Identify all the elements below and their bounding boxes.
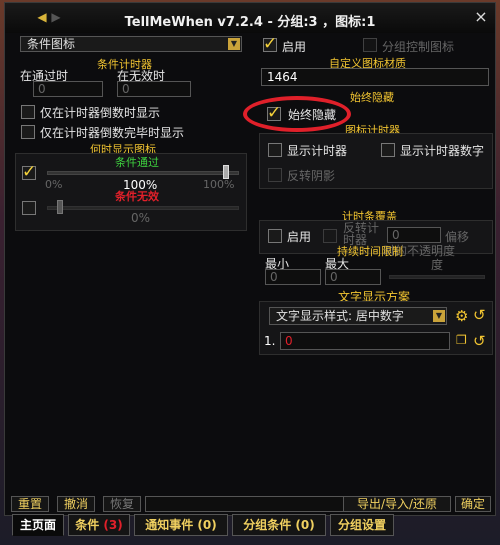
show-timer-number-label: 显示计时器数字 bbox=[400, 144, 485, 158]
text-style-dropdown[interactable]: 文字显示样式: 居中数字 ▼ bbox=[269, 307, 447, 325]
tab-notifications-label: 通知事件 (0) bbox=[145, 518, 217, 532]
cond-fail-slider[interactable] bbox=[47, 206, 239, 210]
after-countdown-checkbox[interactable] bbox=[21, 125, 35, 139]
on-invalid-value: 0 bbox=[122, 82, 130, 96]
tab-group-conditions[interactable]: 分组条件 (0) bbox=[232, 514, 326, 536]
reverse-shade-label: 反转阴影 bbox=[287, 169, 336, 183]
tab-conditions[interactable]: 条件 (3) bbox=[68, 514, 130, 536]
tab-main-label: 主页面 bbox=[19, 518, 56, 532]
tab-group-conditions-label: 分组条件 (0) bbox=[243, 518, 315, 532]
enable-label: 启用 bbox=[282, 40, 307, 54]
group-control-label: 分组控制图标 bbox=[382, 40, 455, 54]
icon-type-dropdown[interactable]: 条件图标 ▼ bbox=[20, 36, 242, 52]
min-value: 0 bbox=[270, 270, 278, 284]
cond-fail-label: 条件无效 bbox=[115, 190, 159, 203]
show-timer-label: 显示计时器 bbox=[287, 144, 348, 158]
text-style-value: 文字显示样式: 居中数字 bbox=[276, 309, 404, 323]
transparency-slider[interactable] bbox=[389, 275, 485, 279]
always-hide-header: 始终隐藏 bbox=[350, 91, 394, 104]
reset-arrow-icon[interactable]: ↺ bbox=[473, 306, 486, 324]
enable-checkbox[interactable] bbox=[263, 34, 277, 54]
tellmewhen-window: ◀ ▶ TellMeWhen v7.2.4 - 分组:3 ，图标:1 × 条件图… bbox=[4, 2, 496, 516]
tab-conditions-count: (3) bbox=[103, 518, 123, 532]
icon-type-value: 条件图标 bbox=[27, 37, 76, 51]
tab-notifications[interactable]: 通知事件 (0) bbox=[134, 514, 228, 536]
only-countdown-label: 仅在计时器倒数时显示 bbox=[40, 106, 161, 120]
text-line-value: 0 bbox=[285, 334, 293, 348]
reset-button[interactable]: 重置 bbox=[11, 496, 49, 512]
cond-pass-checkbox[interactable] bbox=[22, 162, 36, 182]
overlay-enable-checkbox[interactable] bbox=[268, 229, 282, 243]
cond-fail-checkbox[interactable] bbox=[22, 201, 36, 215]
redo-button[interactable]: 恢复 bbox=[103, 496, 141, 512]
overlay-enable-label: 启用 bbox=[287, 230, 312, 244]
group-control-checkbox[interactable] bbox=[363, 38, 377, 52]
text-line-input[interactable]: 0 bbox=[280, 332, 450, 350]
fail-value: 0% bbox=[131, 211, 151, 225]
offset-input[interactable]: 0 bbox=[387, 227, 441, 243]
reset-arrow-icon[interactable]: ↺ bbox=[473, 332, 486, 350]
texture-value: 1464 bbox=[267, 70, 298, 84]
line-number: 1. bbox=[264, 334, 276, 348]
cond-fail-slider-thumb[interactable] bbox=[57, 200, 63, 214]
show-timer-checkbox[interactable] bbox=[268, 143, 282, 157]
dropdown-arrow-icon[interactable]: ▼ bbox=[228, 38, 240, 50]
close-icon[interactable]: × bbox=[471, 7, 491, 27]
after-countdown-label: 仅在计时器倒数完毕时显示 bbox=[40, 126, 185, 140]
on-valid-value: 0 bbox=[38, 82, 46, 96]
offset-value: 0 bbox=[392, 228, 400, 242]
undo-button[interactable]: 撤消 bbox=[57, 496, 95, 512]
ok-button[interactable]: 确定 bbox=[455, 496, 491, 512]
on-invalid-input[interactable]: 0 bbox=[117, 81, 191, 97]
tab-conditions-label: 条件 bbox=[75, 518, 104, 532]
tab-main[interactable]: 主页面 bbox=[12, 514, 64, 536]
reverse-shade-checkbox[interactable] bbox=[268, 168, 282, 182]
window-title: TellMeWhen v7.2.4 - 分组:3 ，图标:1 bbox=[124, 15, 376, 30]
cond-pass-slider-thumb[interactable] bbox=[223, 165, 229, 179]
pass-min-label: 0% bbox=[45, 178, 63, 191]
show-timer-number-checkbox[interactable] bbox=[381, 143, 395, 157]
transparency-unit: 度 bbox=[431, 258, 444, 272]
always-hide-checkbox[interactable] bbox=[267, 103, 281, 123]
on-valid-input[interactable]: 0 bbox=[33, 81, 103, 97]
tab-bar: 主页面 条件 (3) 通知事件 (0) 分组条件 (0) 分组设置 bbox=[12, 514, 492, 538]
max-input[interactable]: 0 bbox=[325, 269, 381, 285]
max-value: 0 bbox=[330, 270, 338, 284]
always-hide-label: 始终隐藏 bbox=[288, 108, 337, 122]
texture-input[interactable]: 1464 bbox=[261, 68, 489, 86]
gear-icon[interactable]: ⚙ bbox=[455, 307, 468, 325]
cond-pass-label: 条件通过 bbox=[115, 156, 159, 169]
only-countdown-checkbox[interactable] bbox=[21, 105, 35, 119]
reverse-timer-checkbox[interactable] bbox=[323, 229, 337, 243]
export-button[interactable]: 导出/导入/还原 bbox=[343, 496, 451, 512]
status-field bbox=[145, 496, 345, 512]
tab-group-settings[interactable]: 分组设置 bbox=[330, 514, 394, 536]
copy-icon[interactable]: ❐ bbox=[456, 333, 467, 347]
min-input[interactable]: 0 bbox=[265, 269, 321, 285]
tab-group-settings-label: 分组设置 bbox=[337, 518, 386, 532]
cond-pass-slider[interactable] bbox=[47, 171, 239, 175]
dropdown-arrow-icon[interactable]: ▼ bbox=[433, 310, 445, 322]
pass-max-label: 100% bbox=[203, 178, 235, 191]
